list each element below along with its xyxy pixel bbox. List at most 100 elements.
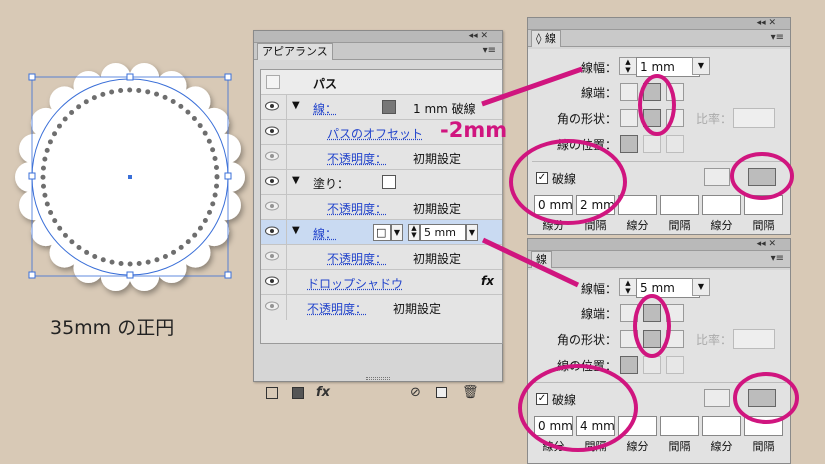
opacity-link[interactable]: 不透明度： <box>327 200 387 217</box>
bevel-join-icon[interactable] <box>666 330 684 348</box>
fill-color-swatch[interactable] <box>382 175 396 189</box>
stroke-link[interactable]: 線： <box>313 225 337 242</box>
visibility-eye-icon[interactable] <box>265 101 279 111</box>
stroke-swatch-select[interactable]: □ <box>373 224 391 241</box>
opacity-link[interactable]: 不透明度： <box>307 300 367 317</box>
dashed-checkbox[interactable]: ✓ <box>536 393 548 405</box>
stroke-row-2[interactable]: ▼ 線： □ ▼ ▲ ▼ 5 mm ▼ <box>261 220 502 245</box>
visibility-eye-icon[interactable] <box>265 276 279 286</box>
align-outside-icon[interactable] <box>666 135 684 153</box>
opacity-row-2[interactable]: 不透明度： 初期設定 <box>261 195 502 220</box>
panel-menu-icon[interactable]: ▾≡ <box>771 253 784 264</box>
dash-1-field[interactable]: 0 mm <box>534 195 573 215</box>
panel-collapse-bar[interactable]: ◂◂ ✕ <box>528 239 790 251</box>
object-type-label: パス <box>313 77 338 91</box>
divider <box>532 161 786 162</box>
stepper-icon[interactable]: ▲ ▼ <box>619 57 637 75</box>
ratio-field[interactable] <box>733 108 775 128</box>
visibility-eye-icon[interactable] <box>265 226 279 236</box>
opacity-row-1[interactable]: 不透明度： 初期設定 <box>261 145 502 170</box>
weight-field[interactable]: 5 mm <box>636 278 700 298</box>
dash-3-field[interactable] <box>702 416 741 436</box>
expand-triangle-icon[interactable]: ▼ <box>292 175 300 186</box>
duplicate-item-icon[interactable] <box>436 387 447 398</box>
expand-triangle-icon[interactable]: ▼ <box>292 100 300 111</box>
stepper-icon[interactable]: ▲ ▼ <box>408 224 420 241</box>
align-center-icon[interactable] <box>620 135 638 153</box>
round-join-icon[interactable] <box>643 330 661 348</box>
drop-shadow-link[interactable]: ドロップシャドウ <box>307 275 403 292</box>
fill-row[interactable]: ▼ 塗り： <box>261 170 502 195</box>
butt-cap-icon[interactable] <box>620 304 638 322</box>
add-stroke-icon[interactable] <box>266 387 278 399</box>
opacity-link[interactable]: 不透明度： <box>327 150 387 167</box>
visibility-eye-icon[interactable] <box>265 176 279 186</box>
gap-1-field[interactable]: 2 mm <box>576 195 615 215</box>
opacity-row-4[interactable]: 不透明度： 初期設定 <box>261 295 502 320</box>
trash-icon[interactable]: 🗑 <box>462 385 479 400</box>
butt-cap-icon[interactable] <box>620 83 638 101</box>
panel-collapse-bar[interactable]: ◂◂ ✕ <box>254 31 502 43</box>
stroke-weight-field[interactable]: 5 mm <box>420 224 466 241</box>
dash-3-field[interactable] <box>702 195 741 215</box>
visibility-eye-icon[interactable] <box>265 151 279 161</box>
tab-stroke[interactable]: ◊ 線 <box>531 30 561 47</box>
projecting-cap-icon[interactable] <box>666 304 684 322</box>
visibility-eye-icon[interactable] <box>265 251 279 261</box>
miter-join-icon[interactable] <box>620 330 638 348</box>
panel-menu-icon[interactable]: ▾≡ <box>771 32 784 43</box>
dash-2-field[interactable] <box>618 416 657 436</box>
miter-join-icon[interactable] <box>620 109 638 127</box>
clear-appearance-icon[interactable]: ⊘ <box>410 385 421 400</box>
chevron-down-icon[interactable]: ▼ <box>466 224 478 241</box>
chevron-down-icon[interactable]: ▼ <box>692 278 710 296</box>
fx-icon[interactable]: fx <box>481 274 494 288</box>
visibility-eye-icon[interactable] <box>265 126 279 136</box>
align-center-icon[interactable] <box>620 356 638 374</box>
visibility-eye-icon[interactable] <box>265 201 279 211</box>
dash-1-field[interactable]: 0 mm <box>534 416 573 436</box>
ratio-field[interactable] <box>733 329 775 349</box>
dashed-checkbox[interactable]: ✓ <box>536 172 548 184</box>
align-dash-corners-icon[interactable] <box>748 389 776 407</box>
chevron-down-icon[interactable]: ▼ <box>391 224 403 241</box>
offset-annotation: -2mm <box>440 118 508 142</box>
weight-field[interactable]: 1 mm <box>636 57 700 77</box>
align-inside-icon[interactable] <box>643 135 661 153</box>
gap-2-field[interactable] <box>660 416 699 436</box>
gap-caption: 間隔 <box>752 440 775 453</box>
align-inside-icon[interactable] <box>643 356 661 374</box>
chevron-down-icon[interactable]: ▼ <box>692 57 710 75</box>
visibility-eye-icon[interactable] <box>265 301 279 311</box>
panel-menu-icon[interactable]: ▾≡ <box>483 45 496 56</box>
gap-2-field[interactable] <box>660 195 699 215</box>
preserve-dash-icon[interactable] <box>704 389 730 407</box>
drop-shadow-row[interactable]: ドロップシャドウ fx <box>261 270 502 295</box>
stepper-icon[interactable]: ▲ ▼ <box>619 278 637 296</box>
dash-2-field[interactable] <box>618 195 657 215</box>
gap-3-field[interactable] <box>744 195 783 215</box>
projecting-cap-icon[interactable] <box>666 83 684 101</box>
round-cap-icon[interactable] <box>643 83 661 101</box>
expand-triangle-icon[interactable]: ▼ <box>292 225 300 236</box>
opacity-link[interactable]: 不透明度： <box>327 250 387 267</box>
fx-menu-icon[interactable]: fx <box>316 385 330 400</box>
gap-1-field[interactable]: 4 mm <box>576 416 615 436</box>
stroke-color-swatch[interactable] <box>382 100 396 114</box>
offset-path-link[interactable]: パスのオフセット <box>327 125 423 142</box>
stroke-row-1[interactable]: ▼ 線： 1 mm 破線 <box>261 95 502 120</box>
align-outside-icon[interactable] <box>666 356 684 374</box>
stroke-link[interactable]: 線： <box>313 100 337 117</box>
tab-appearance[interactable]: アピアランス <box>257 43 333 60</box>
opacity-row-3[interactable]: 不透明度： 初期設定 <box>261 245 502 270</box>
round-cap-icon[interactable] <box>643 304 661 322</box>
resize-grip[interactable] <box>366 377 390 380</box>
tab-stroke[interactable]: 線 <box>531 251 552 268</box>
bevel-join-icon[interactable] <box>666 109 684 127</box>
preserve-dash-icon[interactable] <box>704 168 730 186</box>
align-dash-corners-icon[interactable] <box>748 168 776 186</box>
round-join-icon[interactable] <box>643 109 661 127</box>
add-fill-icon[interactable] <box>292 387 304 399</box>
gap-3-field[interactable] <box>744 416 783 436</box>
panel-collapse-bar[interactable]: ◂◂ ✕ <box>528 18 790 30</box>
